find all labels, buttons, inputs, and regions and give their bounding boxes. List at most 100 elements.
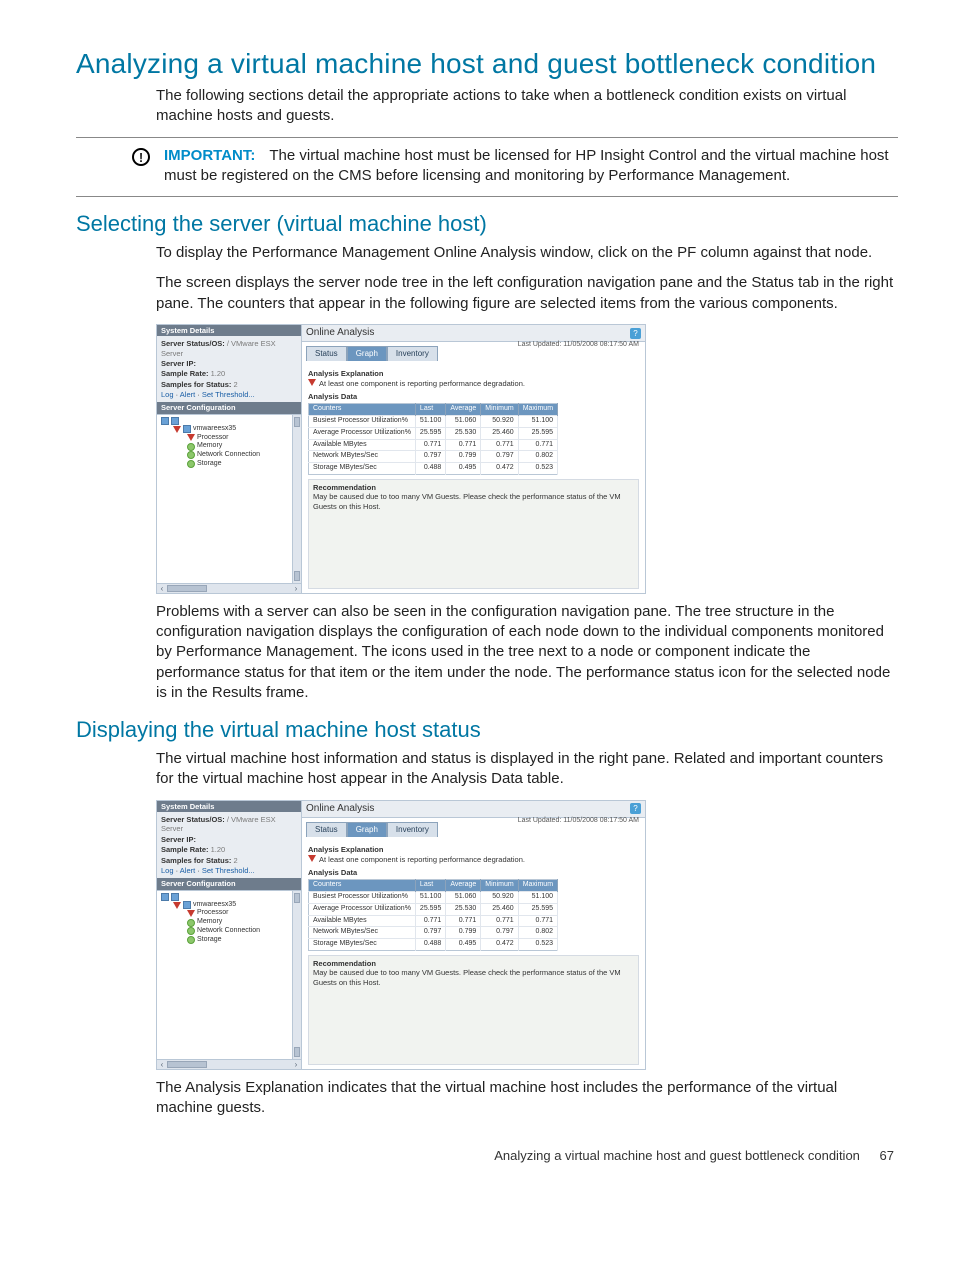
log-link[interactable]: Log (161, 390, 174, 399)
panel-title: Online Analysis (306, 803, 374, 816)
tree-node[interactable]: Storage (197, 460, 222, 469)
recommendation-text: May be caused due to too many VM Guests.… (313, 968, 634, 987)
label: Server Status/OS: (161, 815, 225, 824)
explanation-text: At least one component is reporting perf… (319, 379, 525, 388)
col-header[interactable]: Minimum (481, 404, 518, 416)
divider (76, 137, 898, 138)
tab-status[interactable]: Status (306, 822, 347, 837)
table-row: Network MBytes/Sec0.7970.7990.7970.802 (309, 451, 558, 463)
paragraph: The virtual machine host information and… (156, 749, 898, 790)
section-heading: Selecting the server (virtual machine ho… (76, 211, 898, 237)
status-critical-icon (308, 855, 316, 862)
last-updated: Last Updated: 11/05/2008 08:17:50 AM (518, 341, 639, 350)
status-ok-icon (187, 936, 195, 944)
tab-graph[interactable]: Graph (347, 822, 387, 837)
table-row: Storage MBytes/Sec0.4880.4950.4720.523 (309, 939, 558, 951)
table-row: Average Processor Utilization%25.59525.5… (309, 427, 558, 439)
table-row: Average Processor Utilization%25.59525.5… (309, 903, 558, 915)
value: 2 (234, 856, 238, 865)
tree-node[interactable]: Storage (197, 936, 222, 945)
tab-graph[interactable]: Graph (347, 346, 387, 361)
panel-title: System Details (157, 801, 301, 812)
tab-inventory[interactable]: Inventory (387, 822, 438, 837)
tree-node[interactable]: Network Connection (197, 927, 260, 936)
scrollbar-vertical[interactable] (292, 891, 301, 1059)
paragraph: The screen displays the server node tree… (156, 273, 898, 314)
last-updated: Last Updated: 11/05/2008 08:17:50 AM (518, 817, 639, 826)
server-icon (161, 417, 169, 425)
label: Sample Rate: (161, 845, 209, 854)
tree-node[interactable]: Processor (197, 434, 229, 443)
important-icon: ! (132, 148, 150, 166)
tab-status[interactable]: Status (306, 346, 347, 361)
table-row: Available MBytes0.7710.7710.7710.771 (309, 915, 558, 927)
panel-title: Server Configuration (157, 878, 301, 889)
tree-node[interactable]: Network Connection (197, 451, 260, 460)
panel-title: Server Configuration (157, 402, 301, 413)
server-tree[interactable]: vmwareesx35 Processor Memory Network Con… (157, 414, 301, 583)
panel-title: Online Analysis (306, 327, 374, 340)
tree-node[interactable]: Processor (197, 909, 229, 918)
important-text: The virtual machine host must be license… (164, 147, 889, 184)
status-critical-icon (173, 902, 181, 909)
table-row: Network MBytes/Sec0.7970.7990.7970.802 (309, 927, 558, 939)
label: Server IP: (161, 835, 196, 844)
status-ok-icon (187, 451, 195, 459)
col-header[interactable]: Average (446, 880, 481, 892)
status-critical-icon (187, 434, 195, 441)
col-header[interactable]: Last (415, 880, 445, 892)
tree-node[interactable]: Memory (197, 442, 222, 451)
set-threshold-link[interactable]: Set Threshold... (202, 866, 255, 875)
status-critical-icon (187, 910, 195, 917)
footer-text: Analyzing a virtual machine host and gue… (494, 1148, 860, 1163)
status-critical-icon (173, 426, 181, 433)
status-ok-icon (187, 443, 195, 451)
tree-node[interactable]: vmwareesx35 (193, 425, 236, 434)
status-ok-icon (187, 927, 195, 935)
help-icon[interactable]: ? (630, 803, 641, 814)
screenshot-online-analysis: System Details Server Status/OS: / VMwar… (156, 800, 646, 1070)
label: Sample Rate: (161, 369, 209, 378)
tree-node[interactable]: Memory (197, 918, 222, 927)
host-icon (183, 901, 191, 909)
status-critical-icon (308, 379, 316, 386)
value: 1.20 (211, 845, 226, 854)
recommendation-text: May be caused due to too many VM Guests.… (313, 492, 634, 511)
section-heading: Displaying the virtual machine host stat… (76, 717, 898, 743)
table-row: Available MBytes0.7710.7710.7710.771 (309, 439, 558, 451)
alert-link[interactable]: Alert (180, 866, 195, 875)
help-icon[interactable]: ? (630, 328, 641, 339)
scrollbar-horizontal[interactable]: ‹› (157, 1059, 301, 1069)
page-title: Analyzing a virtual machine host and gue… (56, 48, 898, 80)
paragraph: To display the Performance Management On… (156, 243, 898, 263)
log-link[interactable]: Log (161, 866, 174, 875)
server-icon (171, 893, 179, 901)
status-ok-icon (187, 460, 195, 468)
label: Server Status/OS: (161, 339, 225, 348)
host-icon (183, 425, 191, 433)
col-header[interactable]: Last (415, 404, 445, 416)
page-number: 67 (880, 1148, 894, 1163)
tab-inventory[interactable]: Inventory (387, 346, 438, 361)
screenshot-online-analysis: System Details Server Status/OS: / VMwar… (156, 324, 646, 594)
page-footer: Analyzing a virtual machine host and gue… (56, 1148, 898, 1163)
scrollbar-horizontal[interactable]: ‹› (157, 583, 301, 593)
divider (76, 196, 898, 197)
analysis-data-table: Counters Last Average Minimum Maximum Bu… (308, 879, 558, 951)
col-header[interactable]: Counters (309, 880, 416, 892)
col-header[interactable]: Maximum (518, 404, 557, 416)
set-threshold-link[interactable]: Set Threshold... (202, 390, 255, 399)
section-label: Analysis Data (308, 392, 639, 401)
col-header[interactable]: Average (446, 404, 481, 416)
col-header[interactable]: Counters (309, 404, 416, 416)
label: Samples for Status: (161, 856, 231, 865)
section-label: Recommendation (313, 959, 634, 968)
scrollbar-vertical[interactable] (292, 415, 301, 583)
important-label: IMPORTANT: (164, 147, 255, 164)
col-header[interactable]: Minimum (481, 880, 518, 892)
col-header[interactable]: Maximum (518, 880, 557, 892)
server-tree[interactable]: vmwareesx35 Processor Memory Network Con… (157, 890, 301, 1059)
status-ok-icon (187, 919, 195, 927)
tree-node[interactable]: vmwareesx35 (193, 901, 236, 910)
alert-link[interactable]: Alert (180, 390, 195, 399)
